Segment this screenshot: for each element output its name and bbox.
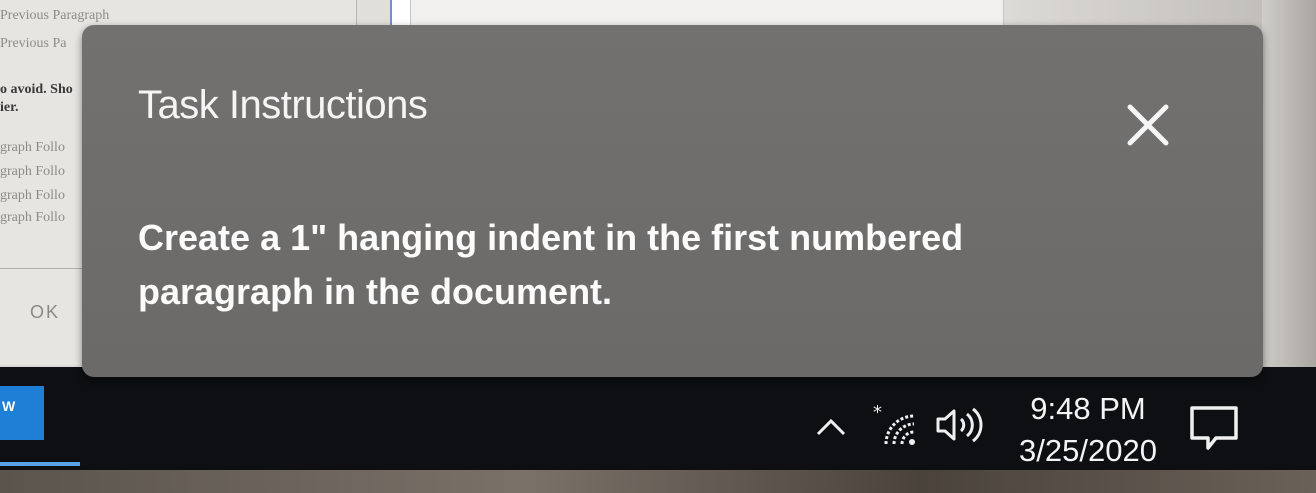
word-taskbar-button[interactable]: W — [0, 386, 44, 440]
wifi-icon[interactable]: * — [872, 402, 918, 446]
scrollbar[interactable] — [1262, 0, 1316, 380]
preview-text-line: ier. — [0, 100, 19, 115]
chevron-up-icon[interactable] — [814, 410, 848, 444]
panel-title: Task Instructions — [138, 83, 428, 127]
clock-date: 3/25/2020 — [1019, 433, 1157, 468]
monitor-bezel — [0, 470, 1316, 493]
svg-text:*: * — [873, 402, 882, 423]
notification-icon[interactable] — [1186, 404, 1242, 454]
task-instruction-text: Create a 1" hanging indent in the first … — [138, 217, 964, 312]
ok-button[interactable]: OK — [30, 302, 60, 323]
preview-text-line: Previous Pa — [0, 36, 67, 51]
task-instructions-panel: Task Instructions Create a 1" hanging in… — [82, 25, 1263, 377]
system-clock[interactable]: 9:48 PM 3/25/2020 — [1000, 388, 1176, 472]
preview-text-line: Previous Paragraph — [0, 8, 110, 23]
divider — [0, 268, 82, 269]
active-app-indicator — [0, 462, 80, 466]
preview-text-line: graph Follo — [0, 188, 65, 203]
clock-time: 9:48 PM — [1030, 391, 1146, 426]
close-icon[interactable] — [1122, 99, 1174, 151]
preview-text-line: graph Follo — [0, 164, 65, 179]
volume-icon[interactable] — [934, 406, 986, 444]
preview-text-line: graph Follo — [0, 210, 65, 225]
preview-text-line: graph Follo — [0, 140, 65, 155]
preview-text-line: o avoid. Sho — [0, 82, 73, 97]
